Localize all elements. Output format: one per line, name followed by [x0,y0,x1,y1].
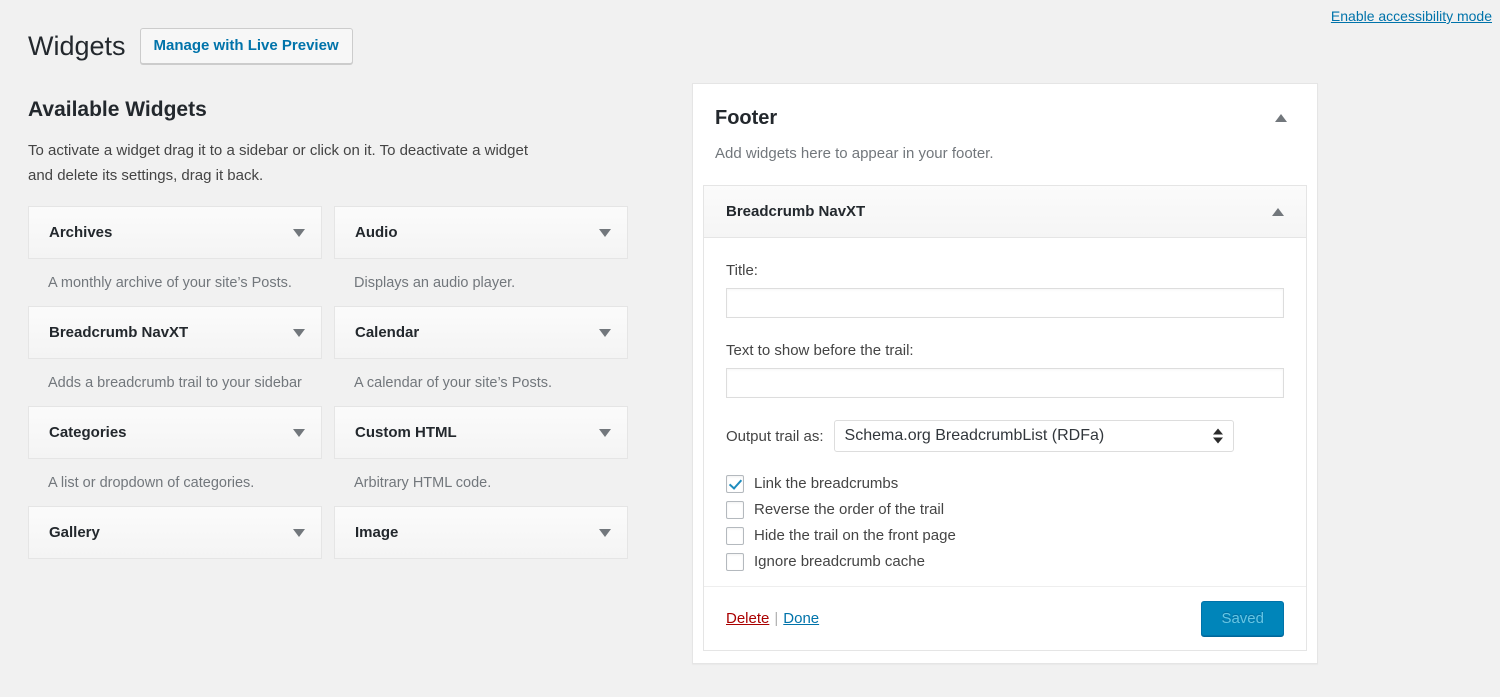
checkbox-label[interactable]: Hide the trail on the front page [754,526,956,546]
accessibility-mode-container: Enable accessibility mode [1331,6,1492,26]
checkbox-label[interactable]: Link the breadcrumbs [754,474,898,494]
chevron-down-icon[interactable] [293,429,305,437]
title-field-block: Title: [726,260,1284,318]
available-widget-gallery[interactable]: Gallery [28,506,322,559]
widget-breadcrumb-navxt: Breadcrumb NavXT Title: Text to show bef… [703,185,1307,651]
widget-description: Adds a breadcrumb trail to your sidebar [28,359,322,406]
widget-description: A list or dropdown of categories. [28,459,322,506]
save-button[interactable]: Saved [1201,601,1284,636]
manage-with-live-preview-button[interactable]: Manage with Live Preview [140,28,353,64]
checkbox-hide-front-page[interactable] [726,527,744,545]
widget-title: Categories [49,424,127,441]
widget-description: A calendar of your site’s Posts. [334,359,628,406]
chevron-down-icon[interactable] [293,329,305,337]
widget-description: Arbitrary HTML code. [334,459,628,506]
before-trail-input[interactable] [726,368,1284,398]
checkbox-label[interactable]: Ignore breadcrumb cache [754,552,925,572]
available-widgets-description: To activate a widget drag it to a sideba… [28,138,528,188]
chevron-down-icon[interactable] [599,229,611,237]
chevron-down-icon[interactable] [599,429,611,437]
widget-cell: Custom HTML Arbitrary HTML code. [334,406,628,506]
title-field-label: Title: [726,260,1284,282]
widget-actions-bar: Delete | Done Saved [704,586,1306,650]
available-widget-breadcrumb-navxt[interactable]: Breadcrumb NavXT [28,306,322,359]
widget-header[interactable]: Breadcrumb NavXT [704,186,1306,238]
widget-title: Calendar [355,324,419,341]
page-title: Widgets [28,28,126,64]
widget-cell: Image [334,506,628,559]
widget-title: Gallery [49,524,100,541]
chevron-down-icon[interactable] [599,529,611,537]
chevron-down-icon[interactable] [599,329,611,337]
chevron-up-icon[interactable] [1272,208,1284,216]
widget-title: Breadcrumb NavXT [49,324,188,341]
checkbox-reverse-order[interactable] [726,501,744,519]
checkbox-row-reverse-order[interactable]: Reverse the order of the trail [726,500,1284,520]
widget-cell: Audio Displays an audio player. [334,206,628,306]
available-widget-audio[interactable]: Audio [334,206,628,259]
checkbox-ignore-cache[interactable] [726,553,744,571]
widget-title: Breadcrumb NavXT [726,203,865,220]
output-trail-label: Output trail as: [726,428,824,445]
before-trail-field-block: Text to show before the trail: [726,340,1284,398]
checkbox-row-link-breadcrumbs[interactable]: Link the breadcrumbs [726,474,1284,494]
available-widget-custom-html[interactable]: Custom HTML [334,406,628,459]
widget-actions-links: Delete | Done [726,610,819,627]
actions-separator: | [774,610,778,627]
available-widget-calendar[interactable]: Calendar [334,306,628,359]
widget-description: A monthly archive of your site’s Posts. [28,259,322,306]
available-widget-categories[interactable]: Categories [28,406,322,459]
options-checkbox-list: Link the breadcrumbs Reverse the order o… [726,474,1284,572]
available-widget-image[interactable]: Image [334,506,628,559]
checkbox-row-ignore-cache[interactable]: Ignore breadcrumb cache [726,552,1284,572]
widget-cell: Archives A monthly archive of your site’… [28,206,322,306]
available-widgets-column: Available Widgets To activate a widget d… [28,96,660,559]
sidebar-panel-footer: Footer Add widgets here to appear in you… [692,83,1318,664]
widget-title: Image [355,524,398,541]
sidebar-panel-description: Add widgets here to appear in your foote… [715,143,1295,165]
title-input[interactable] [726,288,1284,318]
output-trail-select[interactable]: Schema.org BreadcrumbList (RDFa) [834,420,1234,452]
checkbox-label[interactable]: Reverse the order of the trail [754,500,944,520]
output-trail-row: Output trail as: Schema.org BreadcrumbLi… [726,420,1284,452]
widget-title: Custom HTML [355,424,457,441]
sidebar-panel-header[interactable]: Footer Add widgets here to appear in you… [693,84,1317,165]
enable-accessibility-mode-link[interactable]: Enable accessibility mode [1331,8,1492,24]
available-widgets-grid: Archives A monthly archive of your site’… [28,206,660,559]
widget-cell: Breadcrumb NavXT Adds a breadcrumb trail… [28,306,322,406]
sidebar-panel-body: Breadcrumb NavXT Title: Text to show bef… [693,165,1317,663]
widget-title: Audio [355,224,398,241]
chevron-up-icon[interactable] [1275,114,1287,122]
available-widgets-title: Available Widgets [28,96,660,124]
output-trail-selected-value: Schema.org BreadcrumbList (RDFa) [845,427,1105,445]
sidebar-panel-title: Footer [715,104,1295,132]
widget-cell: Categories A list or dropdown of categor… [28,406,322,506]
chevron-down-icon[interactable] [293,229,305,237]
checkbox-link-breadcrumbs[interactable] [726,475,744,493]
widget-title: Archives [49,224,112,241]
widget-cell: Gallery [28,506,322,559]
delete-link[interactable]: Delete [726,610,769,627]
widget-cell: Calendar A calendar of your site’s Posts… [334,306,628,406]
page-header: Widgets Manage with Live Preview [28,28,353,64]
before-trail-field-label: Text to show before the trail: [726,340,1284,362]
done-link[interactable]: Done [783,610,819,627]
widget-form: Title: Text to show before the trail: Ou… [704,238,1306,650]
available-widget-archives[interactable]: Archives [28,206,322,259]
output-trail-select-wrapper: Schema.org BreadcrumbList (RDFa) [834,420,1234,452]
checkbox-row-hide-front-page[interactable]: Hide the trail on the front page [726,526,1284,546]
widget-description: Displays an audio player. [334,259,628,306]
chevron-down-icon[interactable] [293,529,305,537]
